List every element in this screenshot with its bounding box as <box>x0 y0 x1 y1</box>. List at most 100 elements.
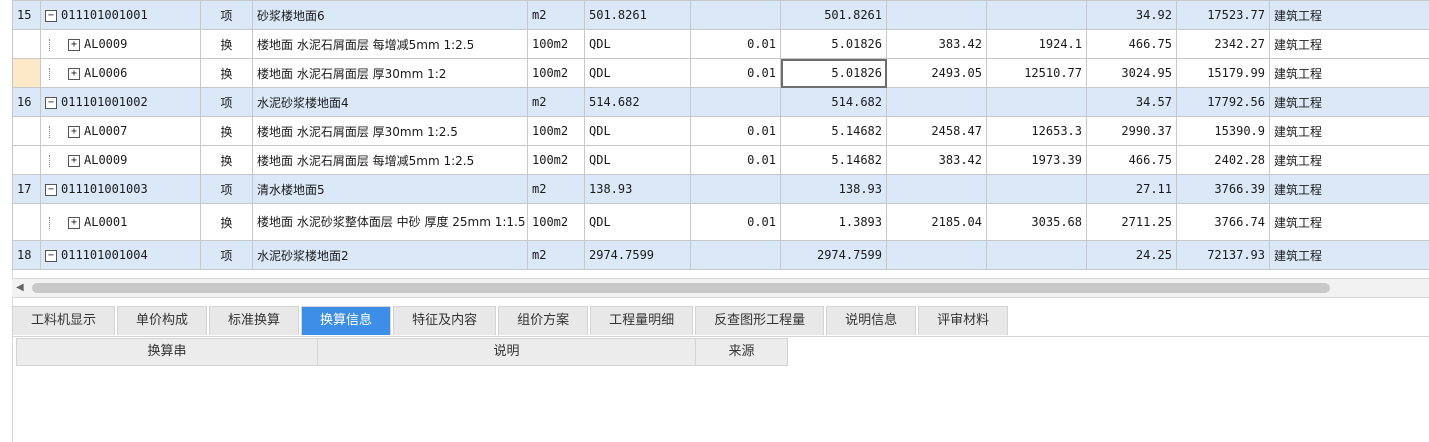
scroll-left-icon[interactable]: ◀ <box>16 282 24 293</box>
price-cell[interactable] <box>886 240 987 270</box>
coef-cell[interactable]: 0.01 <box>690 58 781 88</box>
amount-cell[interactable]: 1924.1 <box>986 29 1087 59</box>
expand-icon[interactable]: + <box>68 38 80 51</box>
unit-price-cell[interactable]: 466.75 <box>1086 29 1177 59</box>
amount-cell[interactable]: 3035.68 <box>986 203 1087 241</box>
total-cell[interactable]: 2402.28 <box>1176 145 1270 175</box>
category-cell[interactable]: 建筑工程 <box>1269 87 1429 117</box>
price-cell[interactable]: 2185.04 <box>886 203 987 241</box>
row-index[interactable] <box>12 145 41 175</box>
amount-cell[interactable]: 12510.77 <box>986 58 1087 88</box>
code-cell[interactable]: + AL0009 <box>40 29 201 59</box>
amount-cell[interactable] <box>986 174 1087 204</box>
name-cell[interactable]: 楼地面 水泥石屑面层 每增减5mm 1:2.5 <box>252 29 528 59</box>
amount-cell[interactable]: 12653.3 <box>986 116 1087 146</box>
collapse-icon[interactable]: − <box>45 249 57 262</box>
type-cell[interactable]: 换 <box>200 116 253 146</box>
row-index[interactable]: 18 <box>12 240 41 270</box>
code-cell[interactable]: −011101001003 <box>40 174 201 204</box>
unit-price-cell[interactable]: 34.57 <box>1086 87 1177 117</box>
code-cell[interactable]: + AL0009 <box>40 145 201 175</box>
category-cell[interactable]: 建筑工程 <box>1269 203 1429 241</box>
bill-grid[interactable]: 15 −011101001001 项 砂浆楼地面6 m2 501.8261 50… <box>12 0 1429 276</box>
unit-cell[interactable]: m2 <box>527 87 585 117</box>
price-cell[interactable]: 383.42 <box>886 29 987 59</box>
tab-review-materials[interactable]: 评审材料 <box>918 306 1009 335</box>
column-header-source[interactable]: 来源 <box>696 338 788 366</box>
qty-cell[interactable]: 501.8261 <box>780 0 887 30</box>
tab-unit-price-composition[interactable]: 单价构成 <box>117 306 208 335</box>
price-cell[interactable] <box>886 87 987 117</box>
collapse-icon[interactable]: − <box>45 96 57 109</box>
price-cell[interactable] <box>886 174 987 204</box>
tab-description-info[interactable]: 说明信息 <box>826 306 917 335</box>
category-cell[interactable]: 建筑工程 <box>1269 58 1429 88</box>
unit-price-cell[interactable]: 466.75 <box>1086 145 1177 175</box>
type-cell[interactable]: 项 <box>200 174 253 204</box>
price-cell[interactable]: 2458.47 <box>886 116 987 146</box>
name-cell[interactable]: 楼地面 水泥石屑面层 每增减5mm 1:2.5 <box>252 145 528 175</box>
name-cell[interactable]: 楼地面 水泥石屑面层 厚30mm 1:2.5 <box>252 116 528 146</box>
expr-cell[interactable]: QDL <box>584 58 691 88</box>
category-cell[interactable]: 建筑工程 <box>1269 240 1429 270</box>
unit-cell[interactable]: 100m2 <box>527 29 585 59</box>
qty-cell[interactable]: 138.93 <box>780 174 887 204</box>
row-index[interactable] <box>12 116 41 146</box>
type-cell[interactable]: 换 <box>200 58 253 88</box>
code-cell[interactable]: −011101001001 <box>40 0 201 30</box>
expand-icon[interactable]: + <box>68 125 80 138</box>
type-cell[interactable]: 项 <box>200 0 253 30</box>
total-cell[interactable]: 2342.27 <box>1176 29 1270 59</box>
expand-icon[interactable]: + <box>68 216 80 229</box>
type-cell[interactable]: 换 <box>200 203 253 241</box>
total-cell[interactable]: 17523.77 <box>1176 0 1270 30</box>
coef-cell[interactable] <box>690 240 781 270</box>
table-row[interactable]: 16 −011101001002 项 水泥砂浆楼地面4 m2 514.682 5… <box>12 87 1429 117</box>
table-row[interactable]: + AL0007 换 楼地面 水泥石屑面层 厚30mm 1:2.5 100m2 Q… <box>12 116 1429 146</box>
price-cell[interactable]: 2493.05 <box>886 58 987 88</box>
type-cell[interactable]: 换 <box>200 145 253 175</box>
name-cell[interactable]: 砂浆楼地面6 <box>252 0 528 30</box>
type-cell[interactable]: 项 <box>200 87 253 117</box>
expr-cell[interactable]: QDL <box>584 29 691 59</box>
coef-cell[interactable] <box>690 87 781 117</box>
coef-cell[interactable]: 0.01 <box>690 145 781 175</box>
table-row-selected[interactable]: + AL0006 换 楼地面 水泥石屑面层 厚30mm 1:2 100m2 QDL… <box>12 58 1429 88</box>
table-row[interactable]: 15 −011101001001 项 砂浆楼地面6 m2 501.8261 50… <box>12 0 1429 30</box>
total-cell[interactable]: 15390.9 <box>1176 116 1270 146</box>
scrollbar-thumb[interactable] <box>32 283 1330 293</box>
table-row[interactable]: 18 −011101001004 项 水泥砂浆楼地面2 m2 2974.7599… <box>12 240 1429 270</box>
total-cell[interactable]: 72137.93 <box>1176 240 1270 270</box>
code-cell[interactable]: + AL0007 <box>40 116 201 146</box>
column-header-conversion-string[interactable]: 换算串 <box>16 338 318 366</box>
price-cell[interactable] <box>886 0 987 30</box>
row-index[interactable]: 15 <box>12 0 41 30</box>
name-cell[interactable]: 楼地面 水泥石屑面层 厚30mm 1:2 <box>252 58 528 88</box>
unit-price-cell[interactable]: 2990.37 <box>1086 116 1177 146</box>
qty-cell[interactable]: 2974.7599 <box>780 240 887 270</box>
amount-cell[interactable] <box>986 0 1087 30</box>
horizontal-scrollbar[interactable]: ◀ <box>12 278 1429 298</box>
name-cell[interactable]: 清水楼地面5 <box>252 174 528 204</box>
table-row[interactable]: + AL0009 换 楼地面 水泥石屑面层 每增减5mm 1:2.5 100m2 … <box>12 29 1429 59</box>
expand-icon[interactable]: + <box>68 154 80 167</box>
coef-cell[interactable]: 0.01 <box>690 29 781 59</box>
row-index[interactable]: 17 <box>12 174 41 204</box>
collapse-icon[interactable]: − <box>45 9 57 22</box>
code-cell[interactable]: −011101001002 <box>40 87 201 117</box>
unit-cell[interactable]: m2 <box>527 174 585 204</box>
code-cell[interactable]: −011101001004 <box>40 240 201 270</box>
category-cell[interactable]: 建筑工程 <box>1269 174 1429 204</box>
total-cell[interactable]: 17792.56 <box>1176 87 1270 117</box>
expr-cell[interactable]: QDL <box>584 145 691 175</box>
amount-cell[interactable] <box>986 87 1087 117</box>
qty-cell-active[interactable]: 5.01826 <box>780 58 887 88</box>
unit-price-cell[interactable]: 24.25 <box>1086 240 1177 270</box>
tab-standard-conversion[interactable]: 标准换算 <box>209 306 300 335</box>
amount-cell[interactable] <box>986 240 1087 270</box>
category-cell[interactable]: 建筑工程 <box>1269 145 1429 175</box>
unit-cell[interactable]: 100m2 <box>527 145 585 175</box>
collapse-icon[interactable]: − <box>45 183 57 196</box>
unit-cell[interactable]: 100m2 <box>527 116 585 146</box>
expr-cell[interactable]: QDL <box>584 203 691 241</box>
